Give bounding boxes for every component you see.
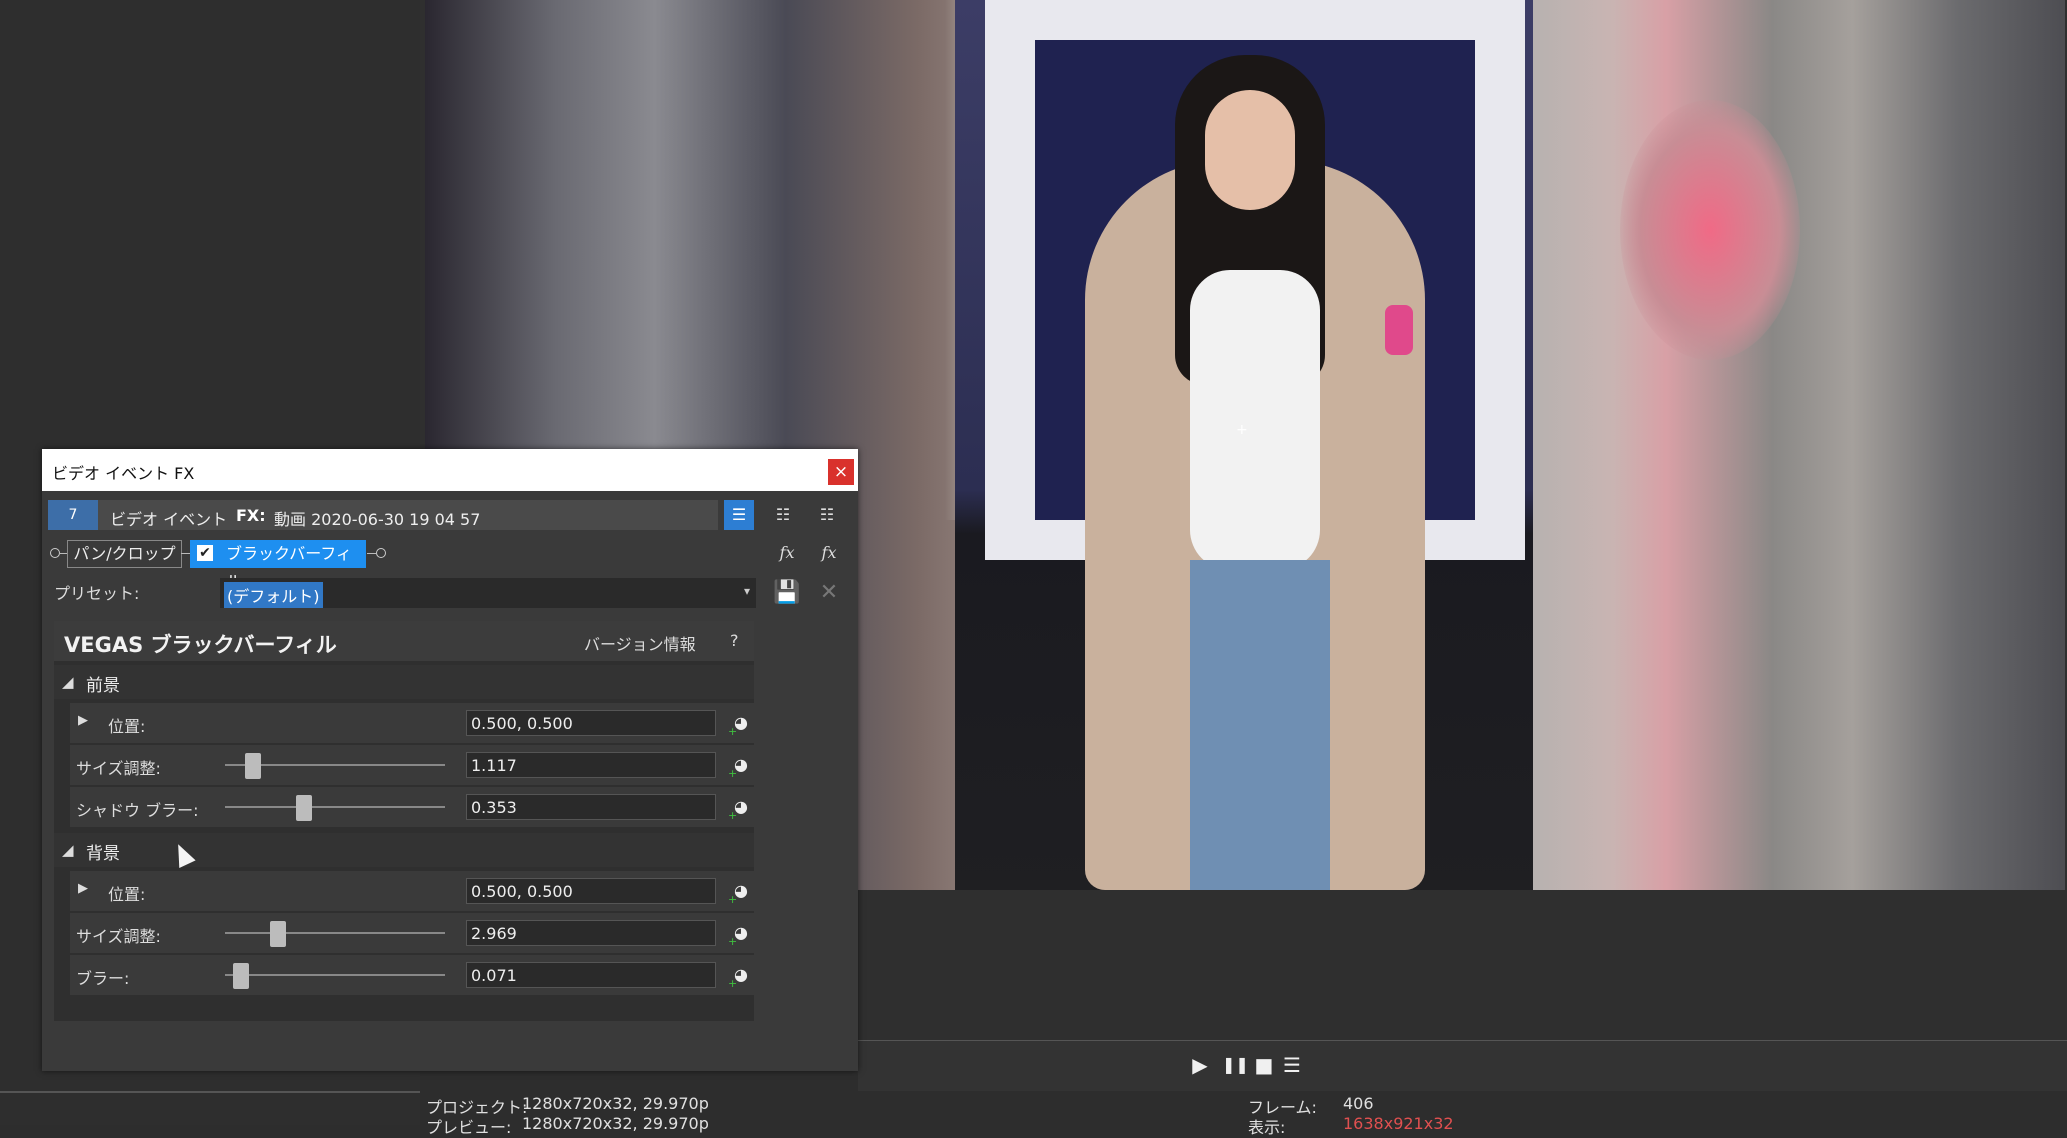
param-row-fg-shadow-blur: シャドウ ブラー: 0.353 ◕ + xyxy=(70,787,754,827)
preview-value: 1280x720x32, 29.970p xyxy=(522,1114,709,1133)
param-label: サイズ調整: xyxy=(76,927,161,946)
plugin-title: VEGAS ブラックバーフィル xyxy=(64,633,337,657)
remove-fx-icon[interactable]: fx xyxy=(814,538,844,568)
person-shirt xyxy=(1190,270,1320,570)
save-preset-icon[interactable]: 💾 xyxy=(772,578,802,608)
bg-size-field[interactable]: 2.969 xyxy=(466,920,716,946)
preset-dropdown[interactable]: (デフォルト) ▾ xyxy=(220,578,756,608)
section-label: 背景 xyxy=(86,844,120,864)
preview-label: プレビュー: xyxy=(426,1118,512,1137)
view-columns-icon[interactable]: ☷ xyxy=(768,500,798,530)
help-button[interactable]: ? xyxy=(730,631,739,650)
param-row-bg-position: ▶ 位置: 0.500, 0.500 ◕ + xyxy=(70,871,754,911)
plugin-chain: パン/クロップ ✔ ブラックバーフィル xyxy=(50,540,450,591)
expand-arrow-icon[interactable]: ▶ xyxy=(78,713,88,728)
fx-chain-icon[interactable]: 7 xyxy=(48,500,98,530)
view-grid-icon[interactable]: ☷ xyxy=(812,500,842,530)
param-label: シャドウ ブラー: xyxy=(76,801,199,820)
project-value: 1280x720x32, 29.970p xyxy=(522,1094,709,1113)
fg-size-slider[interactable] xyxy=(225,753,445,779)
crosshair-icon: + xyxy=(1236,422,1248,438)
foreground-video xyxy=(955,0,1533,890)
chain-connector xyxy=(367,553,376,554)
blurred-background-right xyxy=(1533,0,2065,890)
fg-position-field[interactable]: 0.500, 0.500 xyxy=(466,710,716,736)
add-fx-icon[interactable]: fx xyxy=(772,538,802,568)
fg-shadow-blur-field[interactable]: 0.353 xyxy=(466,794,716,820)
transport-menu-button[interactable]: ☰ xyxy=(1282,1055,1302,1075)
fg-size-field[interactable]: 1.117 xyxy=(466,752,716,778)
chevron-down-icon: ▾ xyxy=(743,584,750,598)
person-jeans xyxy=(1190,560,1330,890)
param-row-bg-size: サイズ調整: 2.969 ◕ + xyxy=(70,913,754,953)
video-event-fx-window: ビデオ イベント FX × 7 ビデオ イベント FX: 動画 2020-06-… xyxy=(42,449,858,1071)
fx-chain-fx-label: FX: xyxy=(236,506,266,525)
pause-button[interactable]: ❚❚ xyxy=(1222,1055,1249,1075)
param-label: サイズ調整: xyxy=(76,759,161,778)
frame-value: 406 xyxy=(1343,1094,1374,1113)
delete-preset-icon[interactable]: ✕ xyxy=(814,578,844,608)
bg-position-field[interactable]: 0.500, 0.500 xyxy=(466,878,716,904)
stop-button[interactable]: ■ xyxy=(1254,1055,1274,1075)
fx-chain-header: 7 ビデオ イベント FX: 動画 2020-06-30 19 04 57 xyxy=(48,500,718,530)
plugin-enable-checkbox[interactable]: ✔ xyxy=(197,545,213,561)
blurred-pink-spot xyxy=(1620,100,1800,360)
fg-shadow-blur-slider[interactable] xyxy=(225,795,445,821)
bg-size-slider[interactable] xyxy=(225,921,445,947)
keyframe-plus-icon: + xyxy=(728,893,738,906)
keyframe-plus-icon: + xyxy=(728,767,738,780)
keyframe-plus-icon: + xyxy=(728,977,738,990)
transport-bar xyxy=(858,1040,2067,1091)
keyframe-plus-icon: + xyxy=(728,725,738,738)
plugin-pan-crop[interactable]: パン/クロップ xyxy=(67,540,182,568)
param-label: 位置: xyxy=(108,885,146,904)
slider-thumb[interactable] xyxy=(233,963,250,989)
slider-thumb[interactable] xyxy=(269,921,286,947)
collapse-arrow-icon: ◢ xyxy=(62,841,74,859)
param-row-fg-position: ▶ 位置: 0.500, 0.500 ◕ + xyxy=(70,703,754,743)
section-label: 前景 xyxy=(86,676,120,696)
slider-thumb[interactable] xyxy=(245,753,262,779)
param-row-bg-blur: ブラー: 0.071 ◕ + xyxy=(70,955,754,995)
view-list-icon[interactable]: ☰ xyxy=(724,500,754,530)
fx-chain-prefix: ビデオ イベント xyxy=(110,510,228,529)
fx-window-title: ビデオ イベント FX xyxy=(52,464,195,483)
param-row-fg-size: サイズ調整: 1.117 ◕ + xyxy=(70,745,754,785)
chain-connector xyxy=(59,553,67,554)
bg-blur-slider[interactable] xyxy=(225,963,445,989)
param-label: ブラー: xyxy=(76,969,130,988)
fx-window-titlebar[interactable]: ビデオ イベント FX × xyxy=(42,449,858,491)
section-foreground[interactable]: ◢ 前景 xyxy=(54,665,754,699)
preset-value: (デフォルト) xyxy=(224,582,323,608)
person-face xyxy=(1205,90,1295,210)
play-button[interactable]: ▶ xyxy=(1190,1055,1210,1075)
slider-thumb[interactable] xyxy=(296,795,313,821)
expand-arrow-icon[interactable]: ▶ xyxy=(78,881,88,896)
plugin-header: VEGAS ブラックバーフィル バージョン情報 ? xyxy=(54,621,754,661)
keyframe-plus-icon: + xyxy=(728,809,738,822)
plugin-black-bar-fill[interactable]: ✔ ブラックバーフィル xyxy=(190,540,366,591)
keyframe-plus-icon: + xyxy=(728,935,738,948)
display-label: 表示: xyxy=(1248,1118,1286,1137)
plugin-parameters-panel: VEGAS ブラックバーフィル バージョン情報 ? ◢ 前景 ▶ 位置: 0.5… xyxy=(54,621,754,1021)
param-label: 位置: xyxy=(108,717,146,736)
bg-blur-field[interactable]: 0.071 xyxy=(466,962,716,988)
chain-end-dot xyxy=(376,548,386,558)
display-value: 1638x921x32 xyxy=(1343,1114,1454,1133)
bubble-toy xyxy=(1385,305,1413,355)
preset-label: プリセット: xyxy=(54,584,140,603)
collapse-arrow-icon: ◢ xyxy=(62,673,74,691)
divider xyxy=(0,1091,420,1093)
section-background[interactable]: ◢ 背景 xyxy=(54,833,754,867)
chain-connector xyxy=(181,553,190,554)
close-button[interactable]: × xyxy=(828,459,854,485)
version-info-link[interactable]: バージョン情報 xyxy=(584,631,696,655)
fx-chain-event-name: 動画 2020-06-30 19 04 57 xyxy=(274,510,481,529)
